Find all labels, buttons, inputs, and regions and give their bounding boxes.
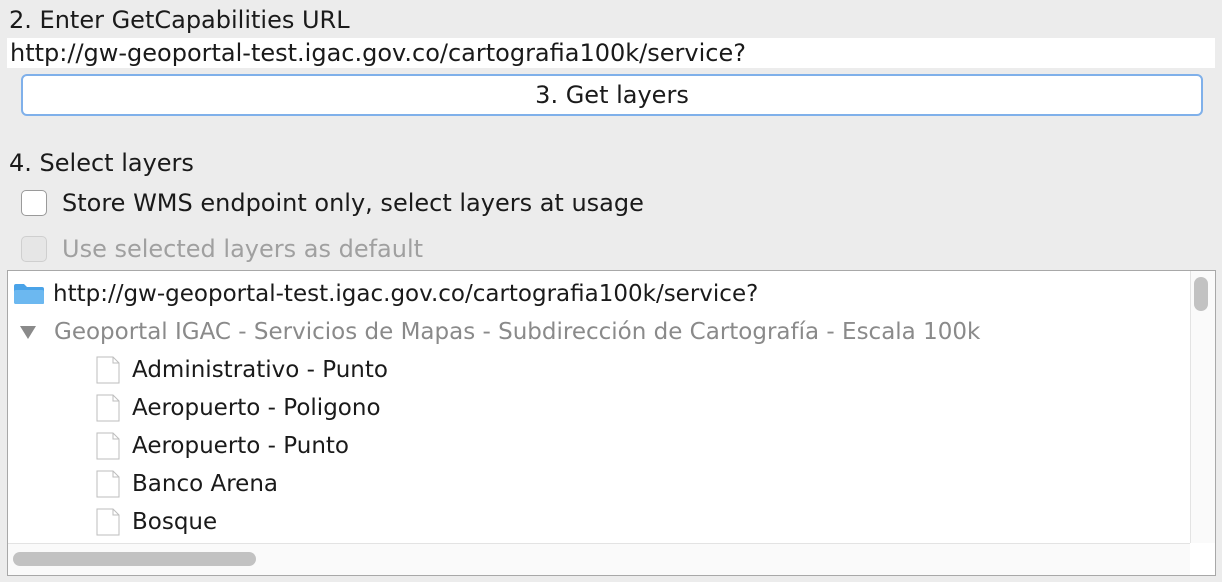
tree-layer-label: Aeropuerto - Punto [132,433,350,459]
expand-triangle-icon[interactable] [20,325,36,339]
horizontal-scrollbar-thumb[interactable] [13,552,256,566]
file-icon [96,394,120,422]
use-default-label: Use selected layers as default [62,235,424,263]
tree-layer-label: Banco Arena [132,471,278,497]
file-icon [96,508,120,536]
file-icon [96,356,120,384]
use-default-option: Use selected layers as default [21,232,423,266]
file-icon [96,432,120,460]
scrollbar-corner [1190,543,1214,575]
step4-label: 4. Select layers [9,149,194,177]
file-icon [96,470,120,498]
tree-layer-item[interactable]: Administrativo - Punto [96,351,388,389]
folder-icon [14,284,44,304]
tree-root-node[interactable]: http://gw-geoportal-test.igac.gov.co/car… [13,275,758,313]
tree-group-label: Geoportal IGAC - Servicios de Mapas - Su… [54,319,981,345]
vertical-scrollbar-thumb[interactable] [1194,277,1208,311]
store-endpoint-checkbox[interactable] [21,190,47,216]
tree-layer-item[interactable]: Aeropuerto - Poligono [96,389,381,427]
tree-layer-item[interactable]: Bosque [96,503,217,541]
tree-root-label: http://gw-geoportal-test.igac.gov.co/car… [53,281,759,307]
step2-label: 2. Enter GetCapabilities URL [9,6,350,34]
tree-layer-item[interactable]: Banco Arena [96,465,278,503]
layer-tree[interactable]: http://gw-geoportal-test.igac.gov.co/car… [7,270,1216,576]
tree-layer-label: Aeropuerto - Poligono [132,395,381,421]
vertical-scrollbar[interactable] [1190,271,1215,543]
store-endpoint-label: Store WMS endpoint only, select layers a… [62,189,644,217]
tree-group-node[interactable]: Geoportal IGAC - Servicios de Mapas - Su… [18,313,980,351]
tree-layer-label: Bosque [132,509,218,535]
get-layers-button[interactable]: 3. Get layers [21,74,1203,116]
tree-layer-item[interactable]: Aeropuerto - Punto [96,427,349,465]
tree-layer-label: Administrativo - Punto [132,357,388,383]
use-default-checkbox [21,236,47,262]
store-endpoint-option[interactable]: Store WMS endpoint only, select layers a… [21,186,644,220]
capabilities-url-field[interactable] [7,38,1215,68]
